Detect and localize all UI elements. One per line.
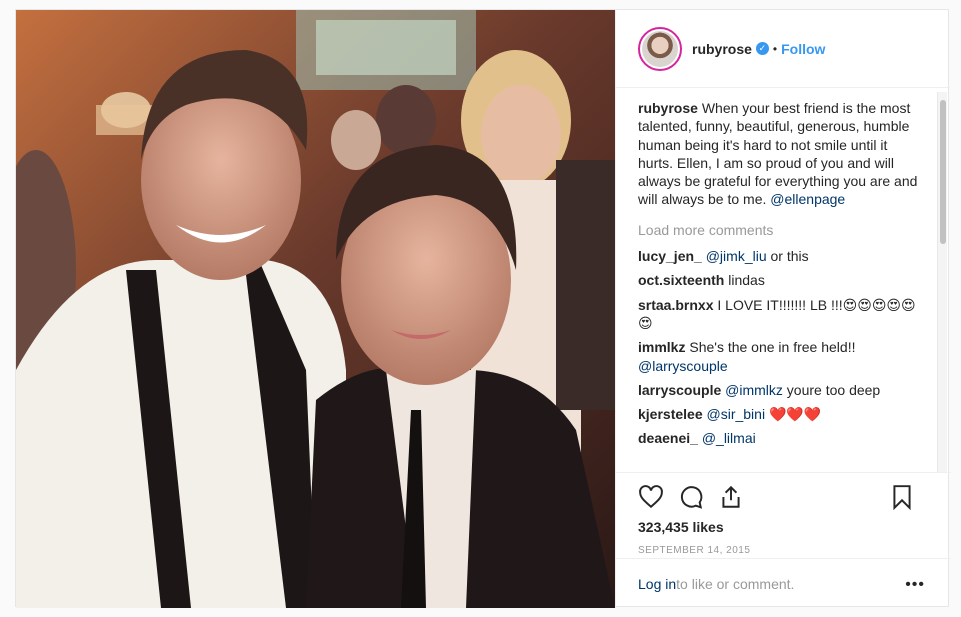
username[interactable]: rubyrose (692, 41, 752, 57)
caption-mention[interactable]: @ellenpage (770, 191, 845, 207)
login-link[interactable]: Log in (638, 576, 676, 592)
post-date: SEPTEMBER 14, 2015 (638, 545, 751, 556)
comment: kjerstelee @sir_bini ❤️❤️❤️ (638, 405, 926, 423)
comment-username[interactable]: deaenei_ (638, 430, 698, 446)
comment: srtaa.brnxx I LOVE IT!!!!!!! LB !!!😍😍😍😍😍… (638, 296, 926, 333)
comment-mention[interactable]: @jimk_liu (706, 248, 767, 264)
comment-username[interactable]: larryscouple (638, 382, 721, 398)
comment-username[interactable]: lucy_jen_ (638, 248, 702, 264)
separator-dot: • (772, 41, 778, 56)
comment-text: youre too deep (782, 381, 881, 398)
comment-icon[interactable] (678, 484, 704, 510)
caption-username[interactable]: rubyrose (638, 100, 698, 116)
comment: larryscouple @immlkz youre too deep (638, 381, 926, 399)
comments-list: rubyrose When your best friend is the mo… (638, 99, 926, 471)
comment: deaenei_ @_lilmai (638, 429, 926, 447)
comment: lucy_jen_ @jimk_liu or this (638, 247, 926, 265)
verified-badge-icon: ✓ (755, 42, 769, 55)
action-icons (638, 473, 951, 521)
comment: oct.sixteenth lindas (638, 271, 926, 289)
post-sidebar: rubyrose ✓ • Follow rubyrose When your b… (615, 10, 951, 608)
scrollbar-thumb[interactable] (940, 100, 946, 244)
comment-text: She's the one in free held!! (685, 339, 856, 356)
follow-button[interactable]: Follow (781, 41, 825, 57)
comment-username[interactable]: oct.sixteenth (638, 272, 724, 288)
login-prompt: Log in to like or comment. ••• (616, 558, 951, 608)
avatar[interactable] (638, 26, 682, 71)
post-actions: 323,435 likes SEPTEMBER 14, 2015 (616, 472, 951, 556)
comment-username[interactable]: srtaa.brnxx (638, 297, 713, 313)
load-more-comments[interactable]: Load more comments (638, 221, 926, 239)
comment-mention[interactable]: @_lilmai (702, 430, 756, 446)
comment-text: ❤️❤️❤️ (765, 406, 822, 423)
comment-mention[interactable]: @immlkz (725, 382, 783, 398)
bookmark-icon[interactable] (889, 484, 915, 510)
caption: rubyrose When your best friend is the mo… (638, 99, 926, 209)
comment: immlkz She's the one in free held!! @lar… (638, 338, 926, 375)
more-options-button[interactable]: ••• (905, 576, 925, 594)
instagram-post: rubyrose ✓ • Follow rubyrose When your b… (15, 9, 951, 608)
comment-text: or this (766, 248, 809, 265)
comment-mention[interactable]: @sir_bini (707, 406, 766, 422)
comment-mention[interactable]: @larryscouple (638, 358, 728, 374)
comment-text: lindas (724, 272, 765, 289)
likes-count[interactable]: 323,435 likes (638, 519, 951, 535)
share-icon[interactable] (718, 484, 744, 510)
post-header: rubyrose ✓ • Follow (616, 10, 950, 88)
login-prompt-text: to like or comment. (676, 575, 795, 592)
comments-scrollbar[interactable] (937, 92, 947, 472)
comment-username[interactable]: immlkz (638, 339, 685, 355)
heart-icon[interactable] (638, 484, 664, 510)
post-photo[interactable] (16, 10, 615, 608)
comment-username[interactable]: kjerstelee (638, 406, 703, 422)
